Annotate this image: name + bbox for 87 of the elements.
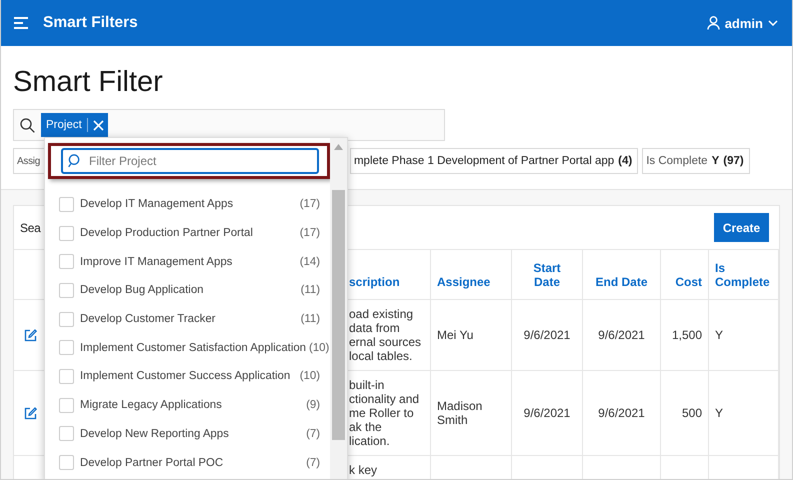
checkbox[interactable] [59,340,74,356]
filter-option[interactable]: Improve IT Management Apps (14) [45,247,330,276]
search-field[interactable]: Project [13,109,445,141]
filter-option[interactable]: Implement Customer Success Application (10) [45,362,330,391]
chip-label: Project [46,119,82,131]
filter-option[interactable]: Develop New Reporting Apps (7) [45,420,330,448]
suggestion-chip[interactable]: Assig [13,148,46,174]
table-cell: oad existing data from ernal sources local tables. [349,307,422,363]
chip-label: Is Complete [646,155,708,167]
table-cell: 1,500 [672,328,702,342]
suggestion-chip[interactable]: Is Complete Y (97) [642,148,750,174]
chip-label: mplete Phase 1 Development of Partner Portal app [354,155,614,167]
checkbox[interactable] [59,455,74,470]
option-count: (11) [300,284,320,296]
column-header[interactable]: Start Date [524,261,570,289]
column-header[interactable]: End Date [595,275,648,289]
user-name[interactable]: admin [724,16,763,30]
option-count: (9) [306,399,320,412]
chip-count: (97) [723,155,744,167]
option-label: Develop New Reporting Apps [80,428,230,440]
checkbox[interactable] [59,426,74,442]
option-label: Improve IT Management Apps [80,256,234,268]
edit-icon[interactable] [24,328,36,342]
checkbox[interactable] [59,226,74,241]
scroll-up-icon[interactable] [334,144,343,150]
filter-option[interactable]: Migrate Legacy Applications (9) [45,390,330,420]
option-label: Migrate Legacy Applications [80,399,223,412]
table-cell: Y [715,328,724,342]
checkbox[interactable] [59,196,74,212]
option-label: Implement Customer Satisfaction Application [80,342,306,354]
close-icon[interactable] [92,120,104,130]
chip-count: (4) [618,155,632,167]
checkbox[interactable] [59,254,74,270]
region-title: Sea [20,220,40,234]
chevron-down-icon[interactable] [768,20,778,26]
table-cell: built-in ctionality and me Roller to ak the lication. [349,378,420,448]
column-header[interactable]: Cost [675,275,702,289]
table-cell: Y [715,406,724,420]
filter-option[interactable]: Develop Customer Tracker (11) [45,304,330,334]
chip-label: Assig [17,156,40,166]
checkbox[interactable] [59,398,74,413]
edit-icon[interactable] [24,406,36,420]
table-cell: Madison Smith [437,399,482,427]
filter-chip[interactable]: Project [41,113,108,137]
search-icon [20,118,35,132]
option-label: Develop Bug Application [80,284,204,296]
column-header[interactable]: Assignee [437,275,490,289]
menu-icon[interactable] [14,17,30,29]
option-count: (11) [300,313,320,326]
filter-option[interactable]: Develop Production Partner Portal (17) [45,218,330,248]
table-cell: 500 [682,406,702,420]
create-button[interactable]: Create [714,213,769,242]
option-count: (7) [306,428,320,440]
option-count: (10) [300,370,320,382]
option-label: Develop Partner Portal POC [80,456,224,469]
app-title: Smart Filters [43,14,138,32]
filter-option[interactable]: Develop Bug Application (11) [45,276,330,305]
chip-value: Y [712,155,720,167]
suggestion-chip[interactable]: mplete Phase 1 Development of Partner Portal app (4) [350,148,638,174]
filter-field[interactable]: Filter Project [61,148,319,174]
option-label: Develop Customer Tracker [80,313,216,326]
table-cell: k key [349,463,378,477]
option-count: (17) [300,198,320,210]
option-label: Implement Customer Success Application [80,370,292,382]
option-count: (17) [300,227,320,240]
filter-option[interactable]: Develop Partner Portal POC (7) [45,448,330,477]
option-count: (7) [306,456,320,469]
table-cell: 9/6/2021 [524,328,570,342]
option-label: Develop Production Partner Portal [80,227,254,240]
search-icon [68,154,82,168]
option-label: Develop IT Management Apps [80,198,234,210]
table-cell: 9/6/2021 [598,328,645,342]
checkbox[interactable] [59,312,74,327]
table-cell: Mei Yu [437,328,474,342]
table-cell: 9/6/2021 [598,406,645,420]
column-header[interactable]: Is Complete [715,261,772,289]
column-header[interactable]: scription [349,275,400,289]
filter-option[interactable]: Implement Customer Satisfaction Application (10) [45,333,330,362]
option-count: (14) [300,256,320,268]
page-title: Smart Filter [13,65,164,100]
option-count: (10) [309,342,330,354]
scrollbar[interactable] [330,138,347,479]
filter-option[interactable]: Develop IT Management Apps (17) [45,190,330,219]
user-icon[interactable] [706,16,720,30]
table-cell: 9/6/2021 [524,406,570,420]
checkbox[interactable] [59,368,74,384]
checkbox[interactable] [59,282,74,298]
